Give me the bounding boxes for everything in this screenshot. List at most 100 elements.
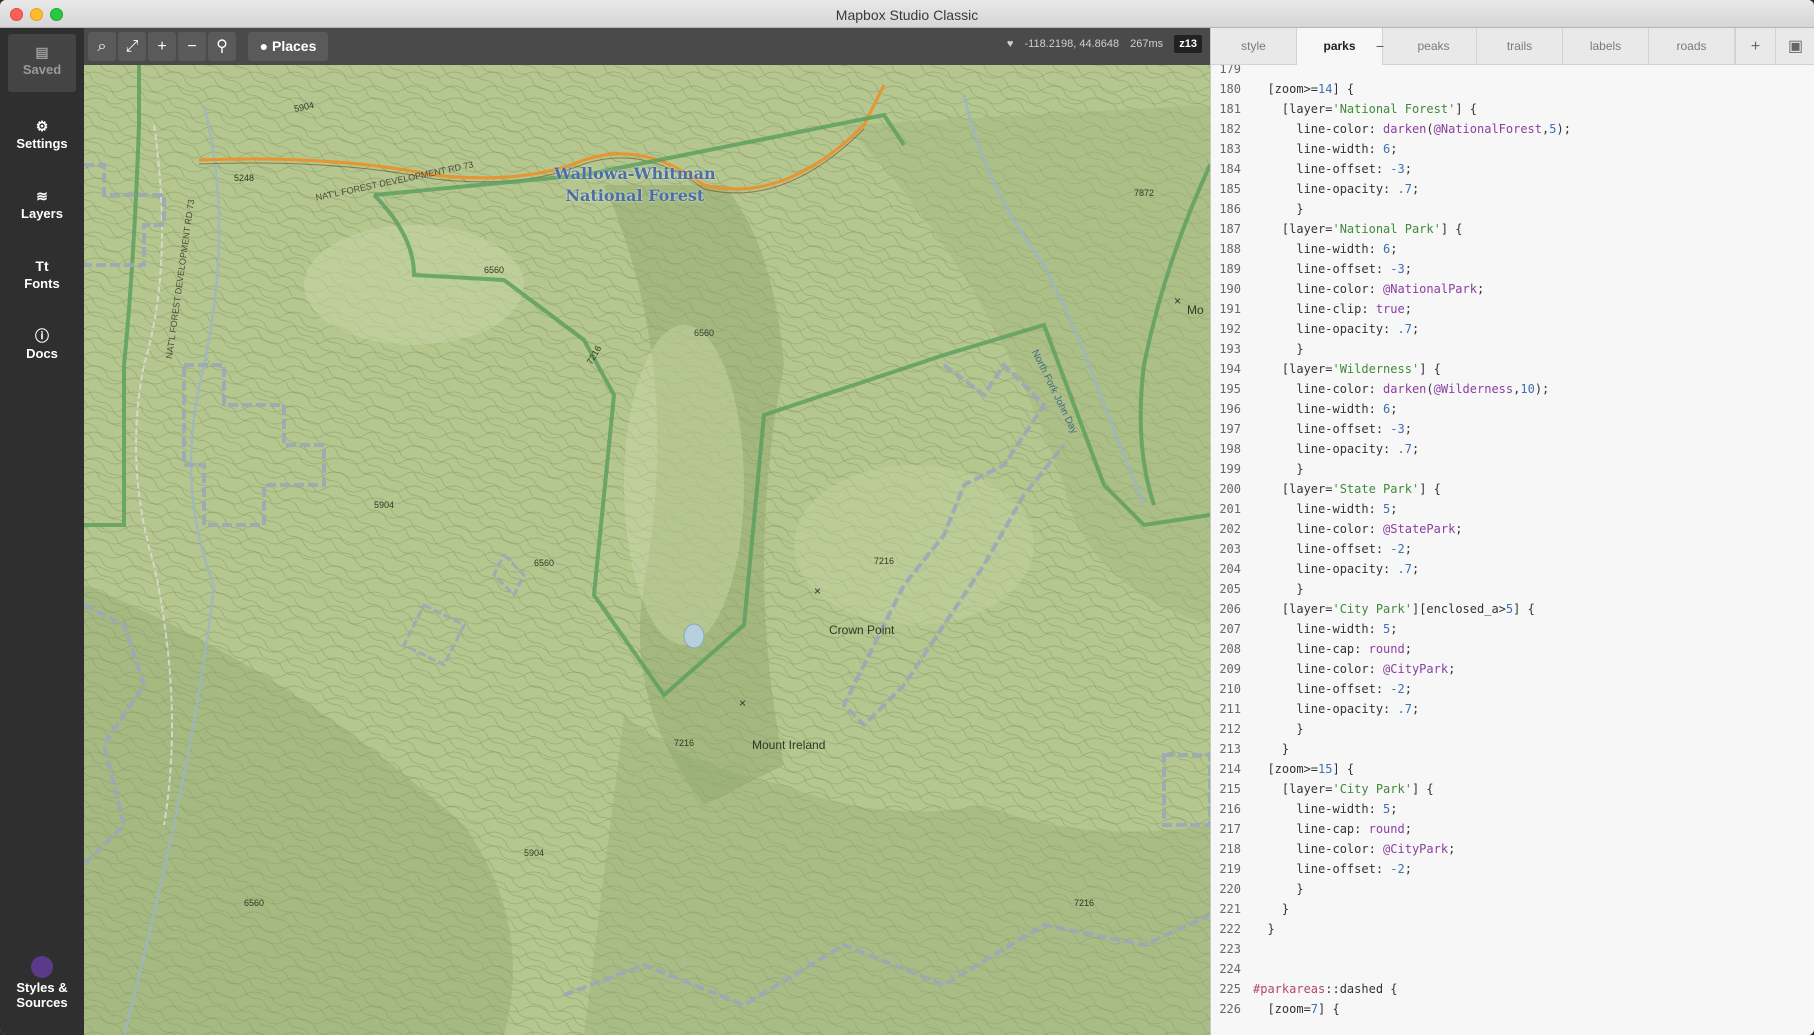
heart-icon[interactable]: ♥	[1007, 38, 1014, 50]
tab-peaks[interactable]: peaks	[1391, 28, 1477, 65]
code-line[interactable]: 195 line-color: darken(@Wilderness,10);	[1211, 379, 1814, 399]
sidebar-item-layers[interactable]: ≋ Layers	[8, 178, 76, 236]
contour-label: 6560	[534, 558, 555, 568]
code-line[interactable]: 219 line-offset: -2;	[1211, 859, 1814, 879]
contour-label: 5904	[374, 500, 395, 510]
code-line[interactable]: 202 line-color: @StatePark;	[1211, 519, 1814, 539]
code-line[interactable]: 188 line-width: 6;	[1211, 239, 1814, 259]
code-line[interactable]: 216 line-width: 5;	[1211, 799, 1814, 819]
code-line[interactable]: 226 [zoom=7] {	[1211, 999, 1814, 1019]
tab-roads[interactable]: roads	[1649, 28, 1735, 65]
map-viewport[interactable]: × × × 5904 6560 7216 7872 5248 6560 5904…	[84, 28, 1210, 1035]
code-line[interactable]: 209 line-color: @CityPark;	[1211, 659, 1814, 679]
code-line[interactable]: 203 line-offset: -2;	[1211, 539, 1814, 559]
image-button[interactable]: ▣	[1775, 28, 1814, 65]
code-line[interactable]: 215 [layer='City Park'] {	[1211, 779, 1814, 799]
zoom-in-button[interactable]: +	[148, 32, 176, 61]
code-line[interactable]: 187 [layer='National Park'] {	[1211, 219, 1814, 239]
tab-labels[interactable]: labels	[1563, 28, 1649, 65]
code-line[interactable]: 184 line-offset: -3;	[1211, 159, 1814, 179]
peak-marker-icon: ×	[814, 584, 821, 598]
fullscreen-button[interactable]: ⤢	[118, 32, 146, 61]
line-number: 200	[1219, 482, 1241, 496]
line-number: 218	[1219, 842, 1241, 856]
code-line[interactable]: 181 [layer='National Forest'] {	[1211, 99, 1814, 119]
code-line[interactable]: 225 #parkareas::dashed {	[1211, 979, 1814, 999]
peak-marker-icon: ×	[739, 696, 746, 710]
code-line[interactable]: 190 line-color: @NationalPark;	[1211, 279, 1814, 299]
code-line[interactable]: 196 line-width: 6;	[1211, 399, 1814, 419]
plus-icon: +	[1750, 38, 1761, 55]
peak-label-mount-ireland: Mount Ireland	[752, 738, 826, 752]
code-line[interactable]: 198 line-opacity: .7;	[1211, 439, 1814, 459]
zoom-out-button[interactable]: −	[178, 32, 206, 61]
code-line[interactable]: 186 }	[1211, 199, 1814, 219]
pin-icon: ●	[259, 38, 269, 54]
line-number: 183	[1219, 142, 1241, 156]
plus-icon: +	[157, 38, 167, 55]
line-number: 213	[1219, 742, 1241, 756]
inspect-button[interactable]: ⚲	[208, 32, 236, 61]
sidebar-item-fonts[interactable]: Tt Fonts	[8, 248, 76, 306]
code-text: [layer='Wilderness'] {	[1253, 362, 1441, 376]
code-line[interactable]: 206 [layer='City Park'][enclosed_a>5] {	[1211, 599, 1814, 619]
code-line[interactable]: 223	[1211, 939, 1814, 959]
code-line[interactable]: 185 line-opacity: .7;	[1211, 179, 1814, 199]
code-line[interactable]: 200 [layer='State Park'] {	[1211, 479, 1814, 499]
code-line[interactable]: 180 [zoom>=14] {	[1211, 79, 1814, 99]
sidebar-item-saved[interactable]: ▤ Saved	[8, 34, 76, 92]
code-line[interactable]: 189 line-offset: -3;	[1211, 259, 1814, 279]
code-line[interactable]: 208 line-cap: round;	[1211, 639, 1814, 659]
search-button[interactable]: ⌕	[88, 32, 116, 61]
code-text: line-color: darken(@NationalForest,5);	[1253, 122, 1571, 136]
places-button[interactable]: ● Places	[248, 32, 328, 61]
layers-icon: ≋	[36, 188, 48, 204]
remove-tab-button[interactable]: −	[1369, 28, 1391, 65]
code-text: line-width: 6;	[1253, 402, 1398, 416]
code-line[interactable]: 220 }	[1211, 879, 1814, 899]
code-line[interactable]: 192 line-opacity: .7;	[1211, 319, 1814, 339]
code-line[interactable]: 214 [zoom>=15] {	[1211, 759, 1814, 779]
code-line[interactable]: 204 line-opacity: .7;	[1211, 559, 1814, 579]
line-number: 204	[1219, 562, 1241, 576]
line-number: 184	[1219, 162, 1241, 176]
line-number: 214	[1219, 762, 1241, 776]
map-canvas[interactable]: × × ×	[84, 65, 1210, 1035]
sidebar-item-settings[interactable]: ⚙ Settings	[8, 108, 76, 166]
sidebar-item-docs[interactable]: ⓘ Docs	[8, 318, 76, 376]
tab-trails[interactable]: trails	[1477, 28, 1563, 65]
code-line[interactable]: 212 }	[1211, 719, 1814, 739]
code-line[interactable]: 221 }	[1211, 899, 1814, 919]
code-line[interactable]: 182 line-color: darken(@NationalForest,5…	[1211, 119, 1814, 139]
line-number: 202	[1219, 522, 1241, 536]
code-line[interactable]: 217 line-cap: round;	[1211, 819, 1814, 839]
contour-label: 5904	[524, 848, 545, 858]
coordinates-readout: -118.2198, 44.8648	[1024, 38, 1120, 50]
line-number: 188	[1219, 242, 1241, 256]
code-text: line-opacity: .7;	[1253, 182, 1420, 196]
code-line[interactable]: 201 line-width: 5;	[1211, 499, 1814, 519]
code-line[interactable]: 218 line-color: @CityPark;	[1211, 839, 1814, 859]
code-line[interactable]: 207 line-width: 5;	[1211, 619, 1814, 639]
tab-style[interactable]: style	[1211, 28, 1297, 65]
add-tab-button[interactable]: +	[1735, 28, 1775, 65]
code-line[interactable]: 211 line-opacity: .7;	[1211, 699, 1814, 719]
code-line[interactable]: 210 line-offset: -2;	[1211, 679, 1814, 699]
code-text: [zoom>=14] {	[1253, 82, 1355, 96]
code-line[interactable]: 179	[1211, 65, 1814, 79]
code-line[interactable]: 199 }	[1211, 459, 1814, 479]
code-area[interactable]: 179 180 [zoom>=14] {181 [layer='National …	[1211, 65, 1814, 1035]
code-line[interactable]: 197 line-offset: -3;	[1211, 419, 1814, 439]
sidebar-item-styles-sources[interactable]: Styles & Sources	[8, 948, 76, 1028]
code-text: line-width: 5;	[1253, 622, 1398, 636]
sidebar-item-label: Sources	[16, 995, 68, 1010]
code-line[interactable]: 194 [layer='Wilderness'] {	[1211, 359, 1814, 379]
code-line[interactable]: 193 }	[1211, 339, 1814, 359]
code-text: line-width: 6;	[1253, 242, 1398, 256]
code-line[interactable]: 183 line-width: 6;	[1211, 139, 1814, 159]
code-line[interactable]: 205 }	[1211, 579, 1814, 599]
code-line[interactable]: 213 }	[1211, 739, 1814, 759]
code-line[interactable]: 224	[1211, 959, 1814, 979]
code-line[interactable]: 191 line-clip: true;	[1211, 299, 1814, 319]
code-line[interactable]: 222 }	[1211, 919, 1814, 939]
